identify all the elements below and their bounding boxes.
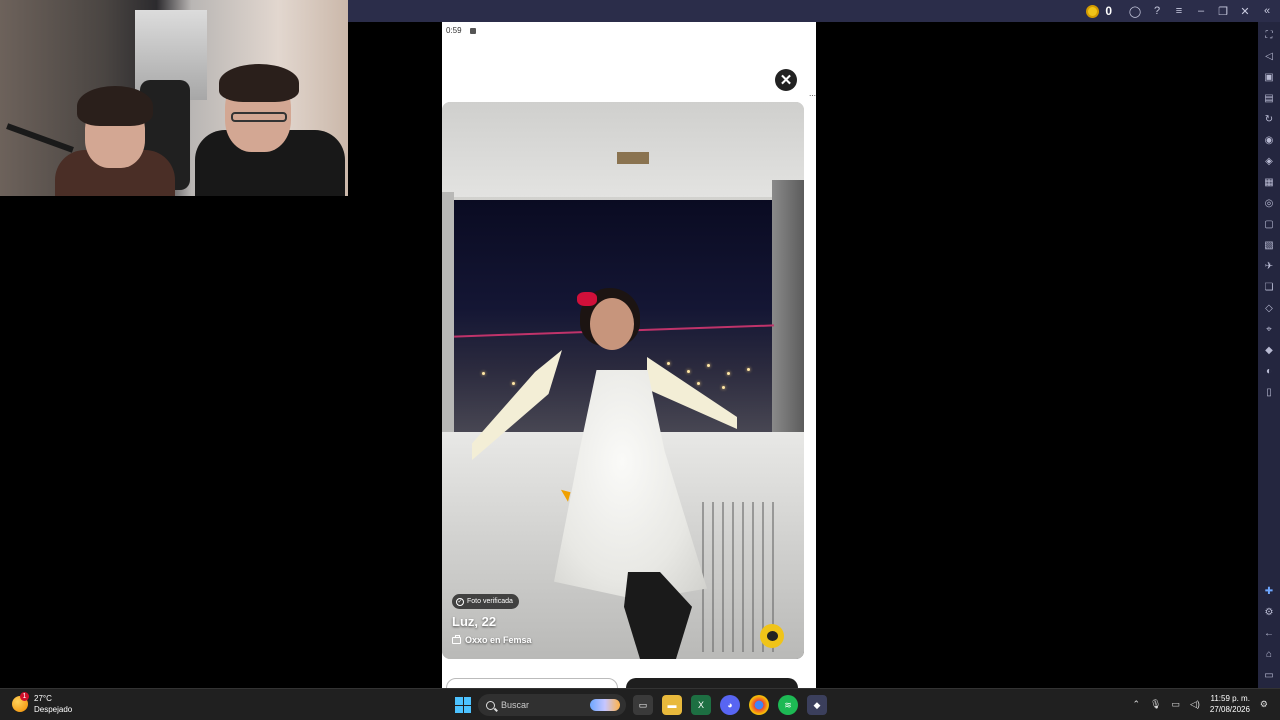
windows-taskbar: 1 27°C Despejado Buscar ▭ ▬ X ◕ ≋ ◆ ⌃ 🎙︎…	[0, 688, 1280, 720]
gamepad-icon[interactable]: ◈	[1262, 154, 1276, 168]
record-icon[interactable]: ▢	[1262, 217, 1276, 231]
eraser-icon[interactable]: ◇	[1262, 301, 1276, 315]
message-button[interactable]	[760, 624, 784, 648]
check-icon: ✓	[456, 597, 464, 606]
desktop: 0 ◯ ? ≡ – ❐ ✕ « ⛶ ◁ ▣ ▤ ↻ ◉ ◈ ▦ ◎ ▢ ▧ ✈ …	[0, 0, 1280, 720]
clock-date: 27/08/2026	[1209, 705, 1250, 714]
discord-icon[interactable]: ◕	[720, 695, 740, 715]
coin-counter[interactable]: 0	[1086, 4, 1112, 18]
back-icon[interactable]: ←	[1262, 626, 1276, 640]
coin-count: 0	[1105, 4, 1112, 18]
coin-icon	[1086, 4, 1100, 18]
webcam-overlay	[0, 0, 348, 196]
multi-instance-icon[interactable]: ❏	[1262, 280, 1276, 294]
menu-icon[interactable]: ≡	[1172, 4, 1186, 18]
taskbar-search[interactable]: Buscar	[478, 694, 626, 716]
keyboard-icon[interactable]: ▤	[1262, 91, 1276, 105]
status-time: 0:59	[446, 26, 462, 35]
spotify-icon[interactable]: ≋	[778, 695, 798, 715]
home-icon[interactable]: ⌂	[1262, 647, 1276, 661]
android-screen: 0:59 ✕ ⋯ ✓ Foto verificada Luz, 22 Oxxo …	[442, 22, 816, 688]
notifications-icon[interactable]: ⚙	[1260, 699, 1268, 710]
briefcase-icon	[452, 634, 461, 644]
volume-icon[interactable]: ◁)	[1190, 699, 1200, 710]
bottom-action-right[interactable]	[626, 678, 798, 688]
apk-icon[interactable]: ▣	[1262, 70, 1276, 84]
verified-label: Foto verificada	[467, 598, 513, 605]
airplane-icon[interactable]: ✈	[1262, 259, 1276, 273]
help-icon[interactable]: ?	[1150, 4, 1164, 18]
photo-pillar-left	[442, 192, 454, 452]
recents-icon[interactable]: ▭	[1262, 668, 1276, 682]
emulator-titlebar: 0 ◯ ? ≡ – ❐ ✕ «	[348, 0, 1280, 22]
bottom-action-left[interactable]	[446, 678, 618, 688]
profile-job: Oxxo en Femsa	[452, 634, 532, 645]
macro-icon[interactable]: ◉	[1262, 133, 1276, 147]
notification-icon	[469, 27, 476, 34]
more-options-icon[interactable]: ⋯	[809, 92, 816, 100]
streamer-right	[185, 64, 345, 196]
weather-temperature: 27°C	[34, 694, 52, 703]
collapse-sidebar-icon[interactable]: «	[1260, 4, 1274, 18]
network-icon[interactable]: ▭	[1171, 699, 1180, 710]
clock-time: 11:59 p. m.	[1210, 694, 1250, 703]
streamer-left	[6, 80, 175, 196]
restore-icon[interactable]: ❐	[1216, 4, 1230, 18]
media-icon[interactable]: ▧	[1262, 238, 1276, 252]
location-icon[interactable]: ⌖	[1262, 322, 1276, 336]
excel-icon[interactable]: X	[691, 695, 711, 715]
search-icon	[486, 700, 495, 710]
titlebar-controls: 0 ◯ ? ≡ – ❐ ✕ «	[1086, 0, 1274, 22]
more-icon[interactable]: ▯	[1262, 385, 1276, 399]
sync-icon[interactable]: ↻	[1262, 112, 1276, 126]
bluestacks-icon[interactable]: ◆	[807, 695, 827, 715]
photo-ceiling	[442, 102, 804, 197]
add-icon[interactable]: ✚	[1262, 584, 1276, 598]
chat-bubble-icon	[766, 631, 778, 641]
chrome-icon[interactable]	[749, 695, 769, 715]
taskbar-clock[interactable]: 11:59 p. m. 27/08/2026	[1210, 693, 1250, 715]
file-explorer-icon[interactable]: ▬	[662, 695, 682, 715]
weather-sun-icon: 1	[12, 692, 29, 712]
photo-figure-head	[590, 298, 634, 350]
photo-figure-bow	[577, 292, 597, 306]
close-profile-button[interactable]: ✕	[775, 69, 797, 91]
volume-icon[interactable]: ◁	[1262, 49, 1276, 63]
chevron-up-icon[interactable]: ⌃	[1132, 699, 1140, 710]
close-icon: ✕	[779, 72, 793, 89]
performance-icon[interactable]: ▦	[1262, 175, 1276, 189]
search-highlight-icon	[590, 699, 620, 711]
account-icon[interactable]: ◯	[1128, 4, 1142, 18]
task-view-icon[interactable]: ▭	[633, 695, 653, 715]
profile-photo-card[interactable]: ✓ Foto verificada Luz, 22 Oxxo en Femsa	[442, 102, 804, 659]
photo-plaque	[617, 152, 649, 164]
weather-condition: Despejado	[34, 705, 73, 714]
start-button[interactable]	[455, 697, 471, 713]
emulator-sidebar: ⛶ ◁ ▣ ▤ ↻ ◉ ◈ ▦ ◎ ▢ ▧ ✈ ❏ ◇ ⌖ ◆ ◐ ▯ ✚ ⚙ …	[1258, 22, 1280, 688]
system-tray: ⌃ 🎙︎ ▭ ◁) 11:59 p. m. 27/08/2026 ⚙	[1132, 693, 1268, 715]
fullscreen-icon[interactable]: ⛶	[1262, 28, 1276, 42]
eco-icon[interactable]: ◐	[1262, 364, 1276, 378]
microphone-icon[interactable]: 🎙︎	[1150, 699, 1161, 710]
weather-widget[interactable]: 1 27°C Despejado	[12, 692, 73, 715]
screenshot-icon[interactable]: ◎	[1262, 196, 1276, 210]
search-placeholder: Buscar	[501, 700, 530, 710]
android-status-bar: 0:59	[446, 26, 476, 35]
profile-name-age: Luz, 22	[452, 614, 497, 629]
settings-icon[interactable]: ⚙	[1262, 605, 1276, 619]
layers-icon[interactable]: ◆	[1262, 343, 1276, 357]
weather-alert-badge: 1	[20, 692, 29, 701]
close-icon[interactable]: ✕	[1238, 4, 1252, 18]
minimize-icon[interactable]: –	[1194, 4, 1208, 18]
profile-job-text: Oxxo en Femsa	[465, 635, 532, 645]
verified-badge: ✓ Foto verificada	[452, 594, 519, 609]
